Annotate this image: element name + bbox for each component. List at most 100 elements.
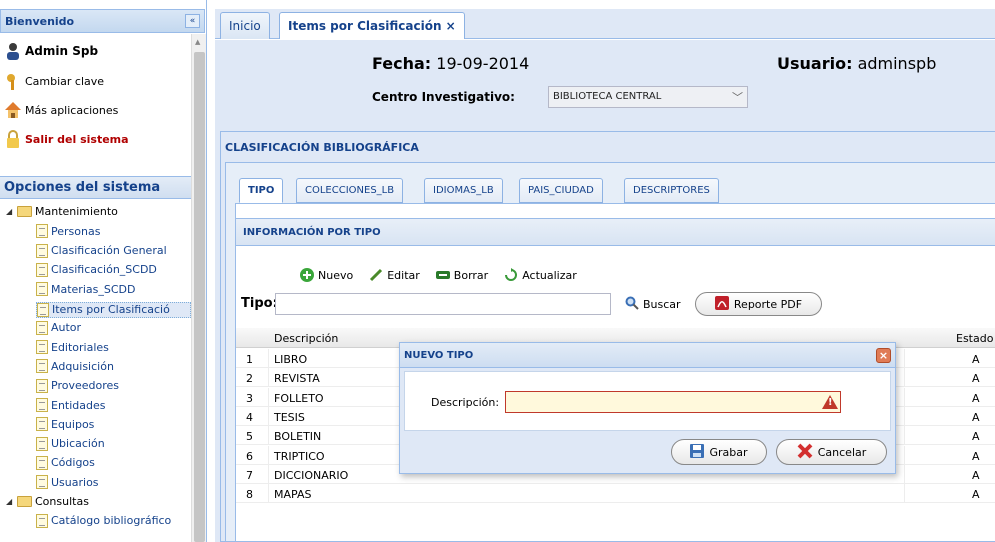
expand-icon[interactable]: ◢	[6, 207, 14, 216]
cambiar-clave-link[interactable]: Cambiar clave	[5, 72, 104, 90]
tree-item[interactable]: Catálogo bibliográfico	[36, 513, 171, 528]
document-icon	[36, 513, 48, 528]
cancelar-button[interactable]: Cancelar	[776, 439, 887, 465]
key-icon	[5, 72, 21, 90]
nuevo-button[interactable]: Nuevo	[300, 268, 353, 282]
reporte-label: Reporte PDF	[733, 297, 803, 311]
tree-label: Items por Clasificació	[52, 303, 170, 316]
folder-icon	[17, 206, 32, 217]
col-estado[interactable]: Estado	[956, 332, 993, 345]
reporte-pdf-button[interactable]: Reporte PDF	[695, 292, 822, 316]
tree-item[interactable]: Equipos	[36, 417, 94, 432]
tree-label: Proveedores	[51, 379, 119, 393]
tree-label: Consultas	[35, 494, 89, 508]
column-divider	[904, 445, 905, 465]
tab-items-clasificacion[interactable]: Items por Clasificación ×	[279, 12, 465, 39]
scroll-thumb[interactable]	[194, 52, 205, 542]
actualizar-button[interactable]: Actualizar	[504, 268, 577, 282]
row-estado: A	[972, 410, 980, 424]
tree-folder[interactable]: ◢ Mantenimiento	[6, 205, 118, 218]
tree-item[interactable]: Items por Clasificació	[36, 301, 191, 318]
tree-folder[interactable]: ◢ Consultas	[6, 495, 89, 508]
tree-label: Editoriales	[51, 340, 109, 354]
row-descripcion: FOLLETO	[274, 391, 324, 405]
close-icon[interactable]: ×	[876, 348, 891, 363]
row-descripcion: TESIS	[274, 410, 305, 424]
tab-inicio[interactable]: Inicio	[220, 12, 270, 39]
centro-select[interactable]: BIBLIOTECA CENTRAL ﹀	[548, 86, 748, 108]
app-root: Bienvenido « Admin Spb Cambiar clave Más…	[0, 0, 995, 542]
table-row[interactable]: 8 MAPAS A	[236, 484, 995, 504]
mas-aplicaciones-link[interactable]: Más aplicaciones	[5, 101, 118, 119]
tree-item[interactable]: Entidades	[36, 398, 106, 412]
buscar-button[interactable]: Buscar	[625, 296, 681, 313]
lock-icon	[5, 130, 21, 148]
tipo-search-input[interactable]	[275, 293, 611, 315]
borrar-label: Borrar	[453, 268, 489, 282]
nuevo-tipo-dialog: NUEVO TIPO × Descripción: ! Grabar Cance…	[399, 342, 896, 474]
row-estado: A	[972, 391, 980, 405]
tree-item[interactable]: Proveedores	[36, 378, 119, 393]
document-icon	[36, 417, 48, 432]
column-divider	[904, 426, 905, 446]
subtab-descriptores[interactable]: DESCRIPTORES	[624, 178, 719, 203]
sidebar-scrollbar[interactable]: ▲	[191, 34, 206, 542]
tree-label: Clasificación_SCDD	[51, 263, 157, 277]
document-icon	[36, 320, 48, 335]
collapse-sidebar-button[interactable]: «	[185, 14, 200, 28]
tree-item[interactable]: Usuarios	[36, 475, 99, 490]
info-title: INFORMACIÓN POR TIPO	[243, 227, 381, 238]
subtab-colecciones[interactable]: COLECCIONES_LB	[296, 178, 404, 203]
cancel-icon	[797, 443, 813, 462]
row-number: 8	[246, 488, 253, 502]
tree-item[interactable]: Adquisición	[36, 359, 114, 374]
chevron-down-icon[interactable]: ﹀	[732, 89, 743, 105]
tab-strip: Inicio Items por Clasificación ×	[215, 9, 995, 39]
grabar-button[interactable]: Grabar	[671, 439, 767, 465]
refresh-icon	[504, 268, 518, 282]
tree-item[interactable]: Autor	[36, 320, 81, 335]
editar-button[interactable]: Editar	[369, 268, 420, 282]
opciones-header: Opciones del sistema	[0, 176, 191, 199]
tree-label: Personas	[51, 224, 101, 238]
info-header: INFORMACIÓN POR TIPO	[236, 218, 995, 246]
row-number: 6	[246, 449, 253, 463]
fecha-display: Fecha: 19-09-2014	[372, 54, 529, 73]
pdf-icon	[714, 295, 729, 313]
column-divider	[268, 349, 269, 368]
col-descripcion[interactable]: Descripción	[274, 332, 338, 345]
tree-item[interactable]: Clasificación_SCDD	[36, 262, 157, 277]
tree-item[interactable]: Ubicación	[36, 436, 105, 451]
tree-item[interactable]: Códigos	[36, 455, 95, 470]
subtab-idiomas[interactable]: IDIOMAS_LB	[424, 178, 503, 203]
scroll-up-icon[interactable]: ▲	[195, 38, 200, 46]
tree-item[interactable]: Editoriales	[36, 340, 109, 355]
add-icon	[300, 268, 314, 282]
document-icon	[36, 243, 48, 258]
document-icon	[36, 455, 48, 470]
row-number: 7	[246, 468, 253, 482]
tree-item[interactable]: Materias_SCDD	[36, 282, 135, 297]
tree-item[interactable]: Clasificación General	[36, 243, 167, 258]
cancelar-label: Cancelar	[817, 445, 867, 459]
column-divider	[904, 406, 905, 426]
borrar-button[interactable]: Borrar	[435, 268, 489, 282]
document-icon	[36, 262, 48, 277]
column-divider	[904, 368, 905, 388]
expand-icon[interactable]: ◢	[6, 497, 14, 506]
dialog-title: NUEVO TIPO	[404, 350, 474, 361]
subtab-tipo[interactable]: TIPO	[239, 178, 284, 203]
nuevo-label: Nuevo	[318, 268, 354, 282]
document-icon	[36, 282, 48, 297]
descripcion-input[interactable]: !	[505, 391, 841, 413]
row-estado: A	[972, 488, 980, 502]
opciones-title: Opciones del sistema	[4, 180, 161, 195]
subtab-pais-ciudad[interactable]: PAIS_CIUDAD	[519, 178, 603, 203]
usuario-value: adminspb	[857, 54, 937, 73]
tree-label: Adquisición	[51, 359, 114, 373]
salir-link[interactable]: Salir del sistema	[5, 130, 129, 148]
tree-label: Ubicación	[51, 437, 105, 451]
tree-item[interactable]: Personas	[36, 224, 101, 239]
tree-label: Clasificación General	[51, 244, 167, 258]
document-icon	[36, 359, 48, 374]
